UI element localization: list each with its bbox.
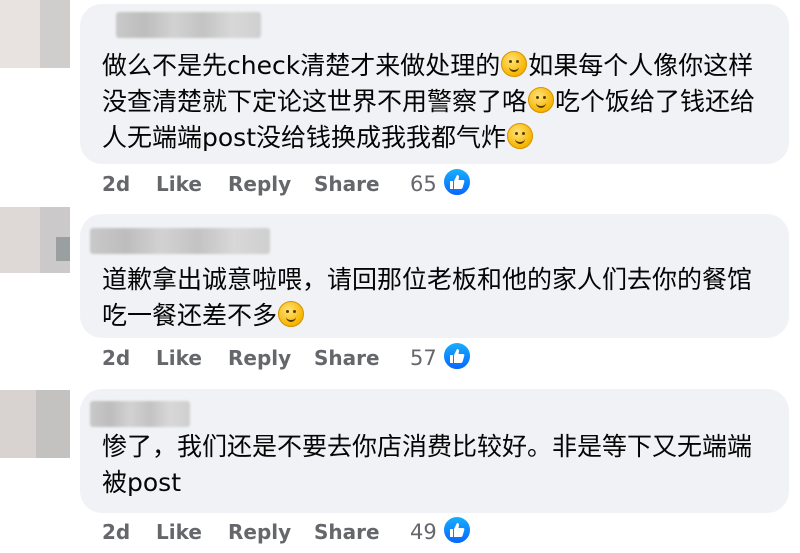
smiley-emoji-icon bbox=[501, 51, 528, 77]
comment-bubble: 道歉拿出诚意啦喂，请回那位老板和他的家人们去你的餐馆吃一餐还差不多 bbox=[80, 214, 789, 338]
like-button[interactable]: Like bbox=[156, 346, 202, 370]
reply-button[interactable]: Reply bbox=[228, 172, 291, 196]
comment-actions: 2d Like Reply Share 65 bbox=[102, 167, 502, 202]
timestamp[interactable]: 2d bbox=[102, 520, 130, 544]
comment-bubble: 惨了，我们还是不要去你店消费比较好。非是等下又无端端被post bbox=[80, 389, 789, 513]
smiley-emoji-icon bbox=[507, 123, 533, 149]
like-button[interactable]: Like bbox=[156, 172, 202, 196]
reaction-count[interactable]: 57 bbox=[410, 346, 437, 370]
share-button[interactable]: Share bbox=[314, 346, 380, 370]
timestamp[interactable]: 2d bbox=[102, 346, 130, 370]
comment-text: 惨了，我们还是不要去你店消费比较好。非是等下又无端端被post bbox=[102, 432, 753, 497]
avatar[interactable] bbox=[0, 390, 70, 458]
reaction-count[interactable]: 65 bbox=[410, 172, 437, 196]
comment-text: 道歉拿出诚意啦喂，请回那位老板和他的家人们去你的餐馆吃一餐还差不多 bbox=[102, 265, 753, 330]
comment-text: 做么不是先check清楚才来做处理的 如果每个人像你这样没查清楚就下定论这世界不用… bbox=[102, 51, 756, 152]
avatar[interactable] bbox=[0, 207, 70, 273]
comment-bubble: 做么不是先check清楚才来做处理的 如果每个人像你这样没查清楚就下定论这世界不用… bbox=[80, 4, 789, 164]
like-thumb-icon[interactable] bbox=[442, 515, 472, 545]
comment-actions: 2d Like Reply Share 57 bbox=[102, 341, 502, 376]
smiley-emoji-icon bbox=[278, 301, 305, 327]
like-button[interactable]: Like bbox=[156, 520, 202, 544]
share-button[interactable]: Share bbox=[314, 172, 380, 196]
reply-button[interactable]: Reply bbox=[228, 520, 291, 544]
like-thumb-icon[interactable] bbox=[442, 341, 472, 371]
commenter-name-redacted[interactable] bbox=[116, 12, 261, 38]
comment-actions: 2d Like Reply Share 49 bbox=[102, 515, 502, 550]
timestamp[interactable]: 2d bbox=[102, 172, 130, 196]
share-button[interactable]: Share bbox=[314, 520, 380, 544]
reply-button[interactable]: Reply bbox=[228, 346, 291, 370]
avatar[interactable] bbox=[0, 0, 70, 68]
like-thumb-icon[interactable] bbox=[442, 167, 472, 197]
commenter-name-redacted[interactable] bbox=[90, 401, 190, 427]
commenter-name-redacted[interactable] bbox=[90, 228, 270, 254]
reaction-count[interactable]: 49 bbox=[410, 520, 437, 544]
relieved-emoji-icon bbox=[528, 87, 555, 113]
